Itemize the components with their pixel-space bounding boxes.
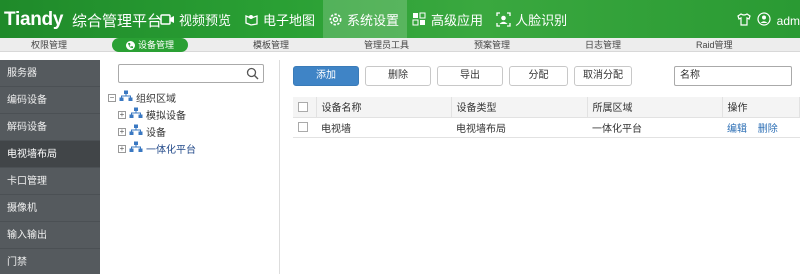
delete-link[interactable]: 删除 xyxy=(758,124,778,135)
video-icon xyxy=(159,11,175,27)
search-icon[interactable] xyxy=(246,67,259,83)
main-nav: 视频预览 电子地图 系统设置 高级应用 人脸识别 xyxy=(155,0,575,38)
cell-device-name: 电视墙 xyxy=(316,117,451,138)
org-icon xyxy=(129,141,143,156)
assign-button[interactable]: 分配 xyxy=(509,66,568,86)
col-device-type[interactable]: 设备类型 xyxy=(451,97,588,118)
tab-device-management[interactable]: 设备管理 xyxy=(112,38,189,52)
delete-button[interactable]: 删除 xyxy=(365,66,431,86)
table-header: 设备名称 设备类型 所属区域 操作 xyxy=(293,97,800,118)
sidebar-item-encoder[interactable]: 编码设备 xyxy=(0,87,100,114)
expand-icon[interactable]: + xyxy=(118,144,126,153)
tree-node-integrated[interactable]: + 一体化平台 xyxy=(118,141,196,156)
nav-label: 视频预览 xyxy=(179,12,232,28)
nav-label: 人脸识别 xyxy=(515,12,568,28)
tree-label: 组织区域 xyxy=(136,94,176,105)
row-select-cell xyxy=(293,117,316,138)
tab-template[interactable]: 模板管理 xyxy=(253,38,289,52)
top-header: Tiandy 综合管理平台 视频预览 电子地图 系统设置 高级应用 人脸识别 a… xyxy=(0,0,800,38)
sidebar: 服务器 编码设备 解码设备 电视墙布局 卡口管理 摄像机 输入输出 门禁 xyxy=(0,60,100,274)
sidebar-item-decoder[interactable]: 解码设备 xyxy=(0,114,100,141)
col-area[interactable]: 所属区域 xyxy=(587,97,723,118)
nav-label: 系统设置 xyxy=(347,12,400,28)
nav-emap[interactable]: 电子地图 xyxy=(239,0,323,38)
tab-permission[interactable]: 权限管理 xyxy=(31,38,67,52)
table-row[interactable]: 电视墙 电视墙布局 一体化平台 编辑 删除 xyxy=(293,117,800,138)
shirt-icon[interactable] xyxy=(736,12,751,29)
nav-label: 高级应用 xyxy=(431,12,484,28)
brand-logo: Tiandy xyxy=(4,9,64,30)
expand-icon[interactable]: + xyxy=(118,110,126,119)
cell-area: 一体化平台 xyxy=(587,117,722,138)
top-right-area: adm xyxy=(736,12,800,29)
add-button[interactable]: 添加 xyxy=(293,66,359,86)
sidebar-item-checkpoint[interactable]: 卡口管理 xyxy=(0,168,100,195)
device-table: 设备名称 设备类型 所属区域 操作 电视墙 电视墙布局 一体化平台 编辑 删除 xyxy=(293,97,800,138)
sidebar-item-tvwall[interactable]: 电视墙布局 xyxy=(0,141,100,168)
tab-admin-tools[interactable]: 管理员工具 xyxy=(364,38,409,52)
nav-label: 电子地图 xyxy=(263,12,316,28)
edit-link[interactable]: 编辑 xyxy=(727,124,747,135)
tree-node-device[interactable]: + 设备 xyxy=(118,124,196,139)
grid-icon xyxy=(411,11,427,27)
tree-node-analog[interactable]: + 模拟设备 xyxy=(118,107,196,122)
tree-search-input[interactable] xyxy=(123,65,243,82)
cell-actions: 编辑 删除 xyxy=(722,117,800,138)
org-icon xyxy=(129,124,143,139)
sidebar-item-camera[interactable]: 摄像机 xyxy=(0,195,100,222)
username[interactable]: adm xyxy=(777,14,800,28)
nav-face-recognition[interactable]: 人脸识别 xyxy=(491,0,575,38)
tree-panel: − 组织区域 + 模拟设备 + 设备 + 一体化平台 xyxy=(100,60,280,274)
org-icon xyxy=(119,90,133,105)
toolbar: 添加 删除 导出 分配 取消分配 xyxy=(293,66,632,86)
nav-video-preview[interactable]: 视频预览 xyxy=(155,0,239,38)
export-button[interactable]: 导出 xyxy=(437,66,503,86)
row-checkbox[interactable] xyxy=(298,121,308,132)
tab-log[interactable]: 日志管理 xyxy=(585,38,621,52)
col-actions: 操作 xyxy=(722,97,800,118)
tree-label: 设备 xyxy=(146,128,166,139)
tab-label: 设备管理 xyxy=(138,40,175,50)
tab-plan[interactable]: 预案管理 xyxy=(474,38,510,52)
collapse-icon[interactable]: − xyxy=(108,93,116,102)
org-icon xyxy=(129,107,143,122)
tree-root[interactable]: − 组织区域 xyxy=(108,90,196,105)
cell-device-type: 电视墙布局 xyxy=(451,117,587,138)
face-icon xyxy=(495,11,511,27)
expand-icon[interactable]: + xyxy=(118,127,126,136)
select-all-checkbox[interactable] xyxy=(298,101,308,112)
phone-icon xyxy=(126,40,135,50)
map-icon xyxy=(243,11,259,27)
main-content: 添加 删除 导出 分配 取消分配 名称 设备名称 设备类型 所属区域 操作 电视… xyxy=(281,60,800,274)
select-all-cell xyxy=(293,97,317,118)
tree-label: 一体化平台 xyxy=(146,145,196,156)
sidebar-item-server[interactable]: 服务器 xyxy=(0,60,100,87)
org-tree: − 组织区域 + 模拟设备 + 设备 + 一体化平台 xyxy=(108,90,196,159)
nav-system-settings[interactable]: 系统设置 xyxy=(323,0,408,38)
gear-icon xyxy=(327,11,343,27)
name-search-input[interactable]: 名称 xyxy=(674,66,792,86)
sub-tab-bar: 权限管理 设备管理 模板管理 管理员工具 预案管理 日志管理 Raid管理 xyxy=(0,38,800,52)
user-icon[interactable] xyxy=(757,12,771,29)
sidebar-item-io[interactable]: 输入输出 xyxy=(0,222,100,249)
unassign-button[interactable]: 取消分配 xyxy=(574,66,632,86)
tree-search xyxy=(118,64,264,83)
tree-label: 模拟设备 xyxy=(146,111,186,122)
nav-advanced[interactable]: 高级应用 xyxy=(407,0,491,38)
tab-raid[interactable]: Raid管理 xyxy=(696,38,733,52)
col-device-name[interactable]: 设备名称 xyxy=(316,97,452,118)
product-title: 综合管理平台 xyxy=(72,13,163,30)
sidebar-item-access-control[interactable]: 门禁 xyxy=(0,249,100,274)
